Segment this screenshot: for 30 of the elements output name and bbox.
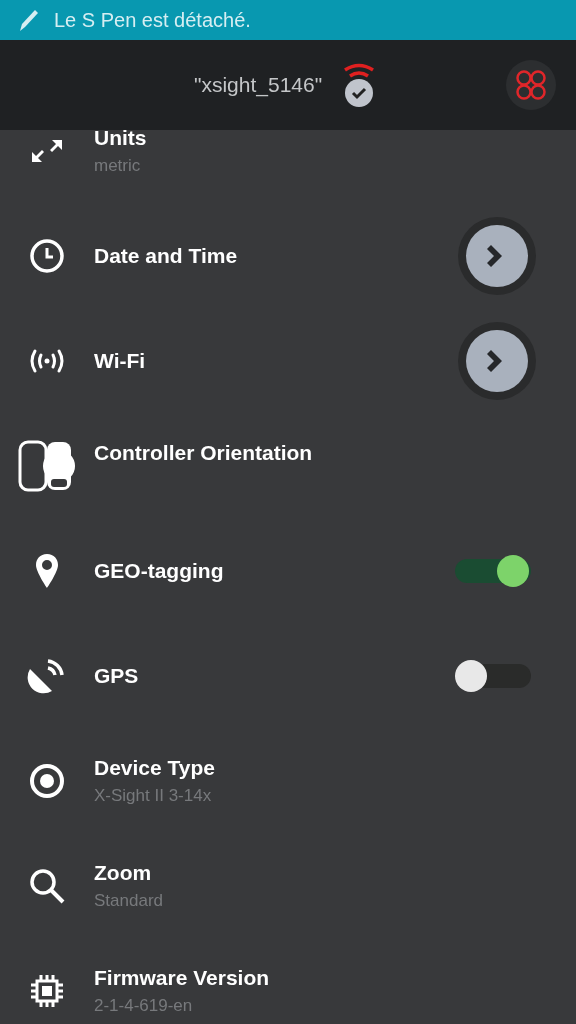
setting-title: Wi-Fi bbox=[94, 348, 147, 373]
setting-title: Controller Orientation bbox=[94, 441, 314, 465]
controller-icon bbox=[17, 438, 77, 493]
setting-title: Zoom bbox=[94, 860, 153, 885]
chevron-icon bbox=[466, 224, 528, 287]
four-circles-icon bbox=[515, 69, 547, 101]
chip-icon bbox=[29, 972, 65, 1009]
setting-value: Standard bbox=[94, 890, 164, 911]
chevron-icon bbox=[466, 329, 528, 392]
location-pin-icon bbox=[35, 551, 59, 590]
setting-title: Firmware Version bbox=[94, 965, 271, 990]
setting-title: GEO-tagging bbox=[94, 558, 225, 583]
toggle-switch[interactable] bbox=[455, 658, 531, 693]
setting-value: 2-1-4-619-en bbox=[94, 995, 194, 1016]
clock-icon bbox=[29, 237, 65, 274]
setting-title: Date and Time bbox=[94, 243, 239, 268]
pen-icon bbox=[18, 8, 40, 32]
setting-value: X-Sight II 3-14x bbox=[94, 785, 213, 806]
setting-title: Device Type bbox=[94, 755, 216, 780]
target-icon bbox=[29, 762, 65, 799]
expand-arrows-icon bbox=[30, 137, 64, 164]
notification-text: Le S Pen est détaché. bbox=[54, 8, 251, 32]
setting-title: GPS bbox=[94, 663, 140, 688]
device-name: "xsight_5146" bbox=[194, 73, 323, 97]
setting-title: Units bbox=[94, 130, 148, 150]
connected-signal-icon bbox=[342, 62, 377, 108]
toggle-switch[interactable] bbox=[455, 553, 531, 588]
menu-button[interactable] bbox=[506, 60, 556, 110]
setting-value: metric bbox=[94, 155, 142, 176]
search-icon bbox=[28, 866, 66, 905]
